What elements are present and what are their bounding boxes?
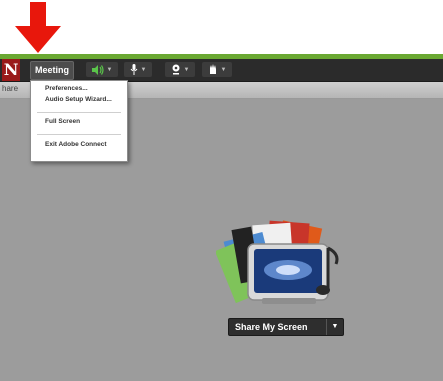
speaker-icon (91, 64, 104, 75)
share-my-screen-label: Share My Screen (235, 322, 308, 332)
share-my-screen-button[interactable]: Share My Screen ▼ (228, 318, 344, 336)
menu-divider (37, 134, 121, 135)
menu-item-full-screen[interactable]: Full Screen (45, 118, 80, 125)
meeting-dropdown-menu: Preferences... Audio Setup Wizard... Ful… (30, 80, 128, 162)
pod-title: hare (2, 84, 19, 93)
menu-item-preferences[interactable]: Preferences... (45, 85, 88, 92)
raise-hand-icon (209, 64, 216, 74)
webcam-icon (172, 64, 180, 75)
chevron-down-icon: ▼ (183, 66, 190, 73)
webcam-button[interactable]: ▼ (165, 62, 195, 77)
chevron-down-icon: ▼ (106, 66, 113, 73)
share-screen-illustration-icon (216, 220, 339, 304)
toolbar: N Meeting ▼ ▼ ▼ ▼ (0, 59, 443, 82)
microphone-icon (130, 64, 137, 75)
microphone-button[interactable]: ▼ (124, 62, 152, 77)
chevron-down-icon: ▼ (140, 66, 147, 73)
chevron-down-icon: ▼ (220, 66, 227, 73)
audio-button[interactable]: ▼ (86, 62, 118, 77)
chevron-down-icon[interactable]: ▼ (326, 319, 343, 335)
raise-hand-button[interactable]: ▼ (202, 62, 232, 77)
meeting-menu-button[interactable]: Meeting (30, 61, 74, 80)
adobe-logo: N (2, 59, 20, 81)
menu-divider (37, 112, 121, 113)
menu-item-exit-adobe-connect[interactable]: Exit Adobe Connect (45, 141, 107, 148)
red-arrow-icon (15, 2, 61, 53)
menu-item-audio-setup-wizard[interactable]: Audio Setup Wizard... (45, 96, 112, 103)
